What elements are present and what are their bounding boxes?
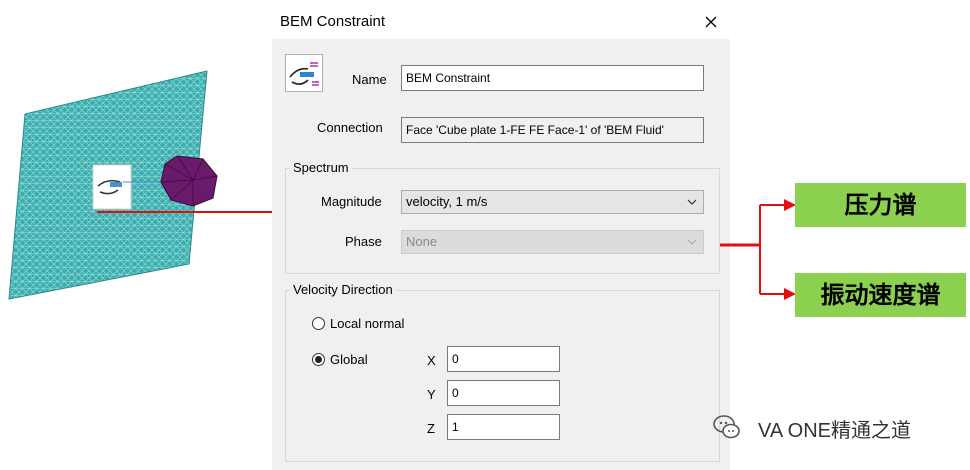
x-label: X (427, 353, 436, 368)
y-label: Y (427, 387, 436, 402)
vibration-velocity-spectrum-callout: 振动速度谱 (795, 273, 966, 317)
z-label: Z (427, 421, 435, 436)
magnitude-select[interactable]: velocity, 1 m/s (401, 190, 704, 214)
global-radio[interactable] (312, 353, 325, 366)
close-icon (705, 16, 717, 28)
spectrum-group-title: Spectrum (290, 160, 352, 175)
velocity-direction-group-title: Velocity Direction (290, 282, 396, 297)
watermark-text: VA ONE精通之道 (758, 420, 911, 442)
bem-constraint-icon (285, 54, 323, 92)
phase-label: Phase (345, 234, 382, 249)
x-field[interactable]: 0 (447, 346, 560, 372)
name-field[interactable]: BEM Constraint (401, 65, 704, 91)
spectrum-group (285, 168, 720, 274)
bracket-connector (720, 199, 796, 300)
name-label: Name (352, 72, 387, 87)
bem-constraint-dialog: BEM Constraint Name BEM Constraint Conne… (272, 5, 730, 470)
y-field[interactable]: 0 (447, 380, 560, 406)
global-label[interactable]: Global (330, 352, 368, 367)
phase-select: None (401, 230, 704, 254)
magnitude-label: Magnitude (321, 194, 382, 209)
plate-model-graphic (8, 70, 218, 300)
pressure-spectrum-callout: 压力谱 (795, 183, 966, 227)
chevron-down-icon (687, 199, 697, 205)
local-normal-label[interactable]: Local normal (330, 316, 404, 331)
wechat-icon (712, 412, 742, 442)
title-bar: BEM Constraint (272, 5, 730, 39)
magnitude-select-value: velocity, 1 m/s (406, 194, 488, 209)
close-button[interactable] (700, 11, 722, 33)
chevron-down-icon (687, 239, 697, 245)
connection-field: Face 'Cube plate 1-FE FE Face-1' of 'BEM… (401, 117, 704, 143)
dialog-title: BEM Constraint (280, 13, 386, 30)
pointer-arrow (97, 206, 291, 218)
model-view (5, 68, 228, 304)
phase-select-value: None (406, 234, 438, 249)
connection-label: Connection (317, 120, 383, 135)
local-normal-radio[interactable] (312, 317, 325, 330)
z-field[interactable]: 1 (447, 414, 560, 440)
